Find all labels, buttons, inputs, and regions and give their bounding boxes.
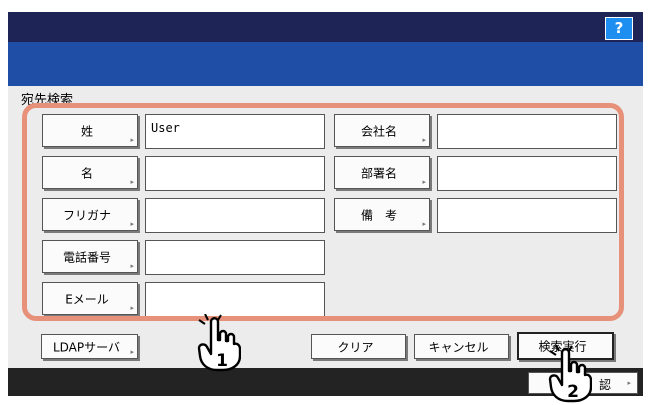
highlight-frame — [22, 103, 624, 321]
title-bar: ? — [8, 12, 643, 42]
cancel-button[interactable]: キャンセル — [414, 334, 509, 359]
header-bar — [8, 42, 643, 86]
help-button[interactable]: ? — [605, 17, 633, 40]
hand-pointer-icon: 2 — [548, 345, 592, 403]
corner-arrow-icon: ▸ — [130, 348, 134, 356]
hand-pointer-icon: 1 — [197, 314, 241, 372]
cancel-label: キャンセル — [428, 340, 489, 354]
step-2-label: 2 — [567, 382, 579, 402]
clear-label: クリア — [337, 340, 374, 354]
clear-button[interactable]: クリア — [311, 334, 406, 359]
confirm-label: 認 — [598, 378, 611, 392]
ldap-server-label: LDAPサーバ — [52, 340, 121, 354]
ldap-server-button[interactable]: LDAPサーバ ▸ — [41, 334, 138, 359]
corner-arrow-icon: ▸ — [627, 379, 631, 387]
step-1-label: 1 — [216, 351, 228, 371]
